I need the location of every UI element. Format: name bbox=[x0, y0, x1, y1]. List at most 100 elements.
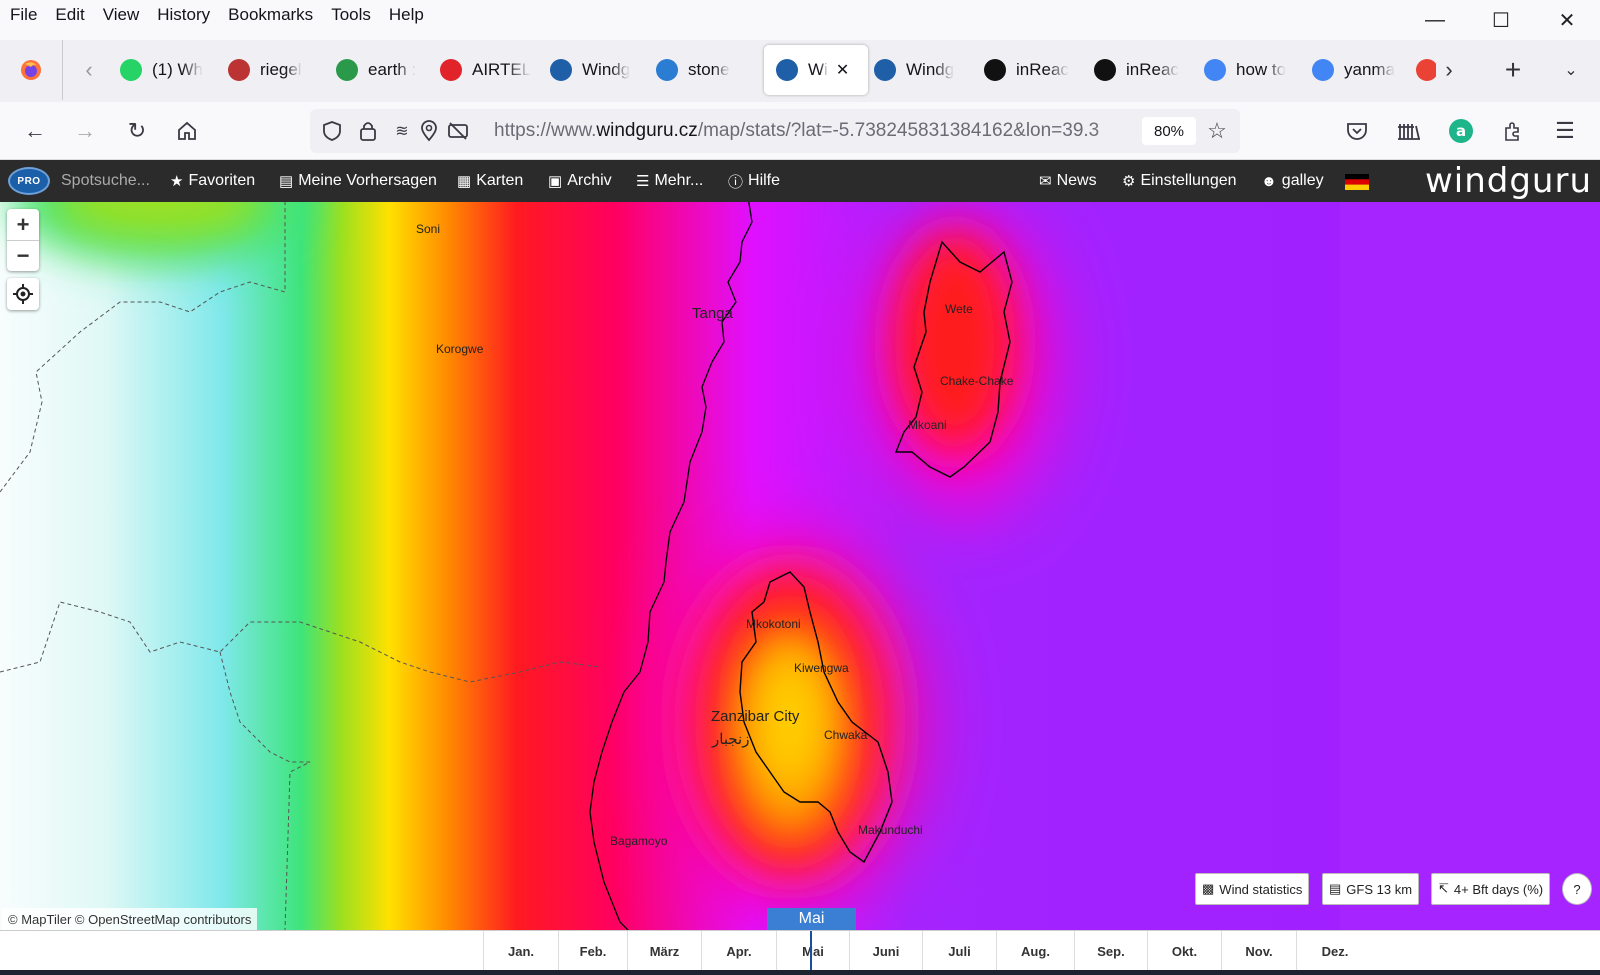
url-bar[interactable]: ≋ https://www.windguru.cz/map/stats/?lat… bbox=[310, 109, 1240, 153]
library-icon[interactable] bbox=[1392, 102, 1426, 160]
tracking-blocked-icon[interactable] bbox=[444, 109, 472, 153]
extension-a-icon[interactable]: a bbox=[1444, 102, 1478, 160]
spot-search-input[interactable]: Spotsuche... bbox=[61, 160, 150, 202]
tab[interactable]: inReac bbox=[984, 45, 1080, 95]
extensions-icon[interactable] bbox=[1496, 102, 1530, 160]
menu-bookmarks[interactable]: Bookmarks bbox=[220, 5, 321, 25]
tab-label: Wi bbox=[808, 60, 828, 79]
close-tab-icon[interactable]: ✕ bbox=[836, 60, 849, 80]
month-4[interactable]: Mai bbox=[776, 931, 849, 971]
bookmark-star-icon[interactable]: ☆ bbox=[1200, 109, 1234, 153]
lock-icon[interactable] bbox=[354, 109, 382, 153]
menu-view[interactable]: View bbox=[95, 5, 148, 25]
tab[interactable]: Wi ✕ bbox=[764, 45, 868, 95]
tab-favicon-icon bbox=[1204, 59, 1226, 81]
maximize-icon[interactable]: ☐ bbox=[1468, 0, 1534, 40]
month-6[interactable]: Juli bbox=[922, 931, 996, 971]
menu-edit[interactable]: Edit bbox=[47, 5, 92, 25]
month-3[interactable]: Apr. bbox=[701, 931, 776, 971]
month-11[interactable]: Dez. bbox=[1296, 931, 1373, 971]
wind-statistics-button[interactable]: ▩ Wind statistics bbox=[1195, 873, 1310, 905]
wind-statistics-map[interactable]: Soni Korogwe Tanga Wete Chake-Chake Mkoa… bbox=[0, 202, 1600, 930]
tab-favicon-icon bbox=[550, 59, 572, 81]
pro-logo[interactable]: PRO bbox=[8, 167, 50, 195]
month-8[interactable]: Sep. bbox=[1074, 931, 1147, 971]
month-10[interactable]: Nov. bbox=[1221, 931, 1296, 971]
pocket-icon[interactable] bbox=[1340, 102, 1374, 160]
month-2[interactable]: März bbox=[627, 931, 701, 971]
hamburger-icon: ☰ bbox=[636, 173, 650, 190]
tab-favicon-icon bbox=[984, 59, 1006, 81]
help-button[interactable]: ? bbox=[1562, 873, 1592, 905]
zoom-out-button[interactable]: − bbox=[7, 240, 39, 271]
new-tab-icon[interactable]: + bbox=[1496, 45, 1530, 95]
tab[interactable]: Windg bbox=[550, 45, 646, 95]
place-label: Chake-Chake bbox=[940, 374, 1014, 388]
timeline-cursor[interactable] bbox=[810, 931, 812, 975]
firefox-icon[interactable] bbox=[14, 45, 48, 95]
tab[interactable]: earth : bbox=[336, 45, 432, 95]
tab-label: AIRTEL bbox=[472, 60, 532, 79]
reload-icon[interactable]: ↻ bbox=[120, 102, 154, 160]
tab-label: (1) Wh bbox=[152, 60, 203, 79]
place-label: Kiwengwa bbox=[794, 661, 849, 675]
windguru-logo[interactable]: windguru bbox=[1425, 161, 1592, 201]
zoom-level[interactable]: 80% bbox=[1142, 117, 1196, 145]
shield-icon[interactable] bbox=[318, 109, 346, 153]
month-timeline[interactable]: Jan. Feb. März Apr. Mai Juni Juli Aug. Sep. Okt. N… bbox=[0, 930, 1600, 975]
close-window-icon[interactable]: ✕ bbox=[1534, 0, 1600, 40]
nav-favoriten[interactable]: ★ Favoriten bbox=[170, 160, 255, 202]
menu-file[interactable]: File bbox=[2, 5, 45, 25]
minimize-icon[interactable]: — bbox=[1402, 0, 1468, 40]
url-text[interactable]: https://www.windguru.cz/map/stats/?lat=-… bbox=[494, 109, 1158, 153]
tab[interactable]: stone bbox=[656, 45, 752, 95]
metric-select-button[interactable]: ↸ 4+ Bft days (%) bbox=[1431, 873, 1551, 905]
month-1[interactable]: Feb. bbox=[558, 931, 627, 971]
tab[interactable]: inReac bbox=[1094, 45, 1190, 95]
model-select-button[interactable]: ▤ GFS 13 km bbox=[1322, 873, 1420, 905]
month-0[interactable]: Jan. bbox=[483, 931, 558, 971]
menu-help[interactable]: Help bbox=[381, 5, 432, 25]
nav-meine-vorhersagen[interactable]: ▤ Meine Vorhersagen bbox=[279, 160, 437, 202]
tab[interactable]: yanma bbox=[1312, 45, 1408, 95]
tab[interactable]: how to bbox=[1204, 45, 1300, 95]
zoom-in-button[interactable]: + bbox=[7, 209, 39, 240]
locate-button[interactable] bbox=[7, 278, 39, 310]
place-label: Korogwe bbox=[436, 342, 484, 356]
month-7[interactable]: Aug. bbox=[996, 931, 1074, 971]
nav-hilfe[interactable]: ⓘ Hilfe bbox=[728, 160, 780, 202]
nav-karten[interactable]: ▦ Karten bbox=[457, 160, 523, 202]
nav-news[interactable]: ✉ News bbox=[1039, 160, 1097, 202]
menu-bar: File Edit View History Bookmarks Tools H… bbox=[0, 0, 1600, 30]
permissions-icon[interactable]: ≋ bbox=[388, 109, 416, 153]
tab[interactable]: Windg bbox=[874, 45, 970, 95]
home-icon[interactable] bbox=[170, 102, 204, 160]
location-icon[interactable] bbox=[416, 109, 442, 153]
tab-favicon-icon bbox=[1416, 59, 1436, 81]
menu-tools[interactable]: Tools bbox=[323, 5, 379, 25]
tab-bar: ‹ (1) Wh riegel earth : AIRTEL Windg stone Wi ✕… bbox=[0, 40, 1600, 102]
month-5[interactable]: Juni bbox=[849, 931, 922, 971]
windguru-navbar: PRO Spotsuche... ★ Favoriten ▤ Meine Vorhe… bbox=[0, 160, 1600, 202]
nav-user[interactable]: ☻ galley bbox=[1261, 160, 1324, 202]
list-tabs-icon[interactable]: ⌄ bbox=[1556, 45, 1586, 95]
nav-archiv[interactable]: ▣ Archiv bbox=[548, 160, 612, 202]
tab[interactable]: AIRTEL bbox=[440, 45, 536, 95]
tab[interactable] bbox=[1416, 45, 1436, 95]
german-flag-icon[interactable] bbox=[1345, 174, 1369, 190]
month-9[interactable]: Okt. bbox=[1147, 931, 1221, 971]
app-menu-icon[interactable]: ☰ bbox=[1548, 102, 1582, 160]
map-attribution[interactable]: © MapTiler © OpenStreetMap contributors bbox=[2, 908, 258, 930]
taskbar-strip bbox=[0, 970, 1600, 975]
nav-mehr[interactable]: ☰ Mehr... bbox=[636, 160, 703, 202]
tab[interactable]: riegel bbox=[228, 45, 324, 95]
back-icon[interactable]: ← bbox=[18, 102, 52, 160]
menu-history[interactable]: History bbox=[149, 5, 218, 25]
nav-einstellungen[interactable]: ⚙ Einstellungen bbox=[1122, 160, 1237, 202]
tab[interactable]: (1) Wh bbox=[120, 45, 216, 95]
tab-scroll-right-icon[interactable]: › bbox=[1436, 45, 1462, 95]
tab-scroll-left-icon[interactable]: ‹ bbox=[76, 45, 102, 95]
tab-favicon-icon bbox=[228, 59, 250, 81]
forward-icon[interactable]: → bbox=[68, 102, 102, 160]
user-icon: ☻ bbox=[1261, 172, 1277, 190]
